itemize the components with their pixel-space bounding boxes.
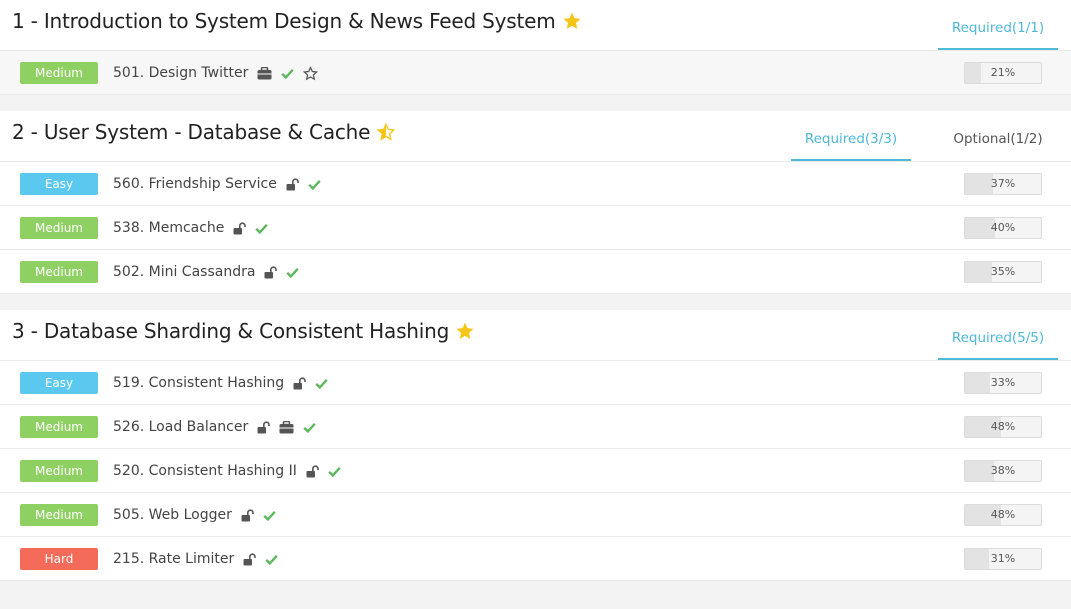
check-icon [255, 223, 269, 234]
progress-bar: 35% [964, 261, 1042, 283]
progress-label: 48% [990, 420, 1016, 433]
tab-required[interactable]: Required(3/3) [791, 111, 911, 161]
unlock-icon [306, 464, 319, 478]
section-2: 2 - User System - Database & Cache Requi… [0, 111, 1071, 294]
problem-link[interactable]: 519. Consistent Hashing [113, 375, 284, 391]
problem-row[interactable]: Easy 560. Friendship Service 37% [0, 162, 1071, 206]
check-icon [265, 554, 278, 565]
problem-link[interactable]: 505. Web Logger [113, 507, 232, 523]
progress-bar: 21% [964, 62, 1042, 84]
briefcase-icon [257, 66, 272, 80]
unlock-icon [241, 508, 254, 522]
problem-link[interactable]: 501. Design Twitter [113, 65, 248, 81]
check-icon [308, 179, 321, 190]
check-icon [281, 68, 295, 79]
check-icon [315, 378, 328, 389]
section-title: 3 - Database Sharding & Consistent Hashi… [12, 319, 475, 343]
star-icon[interactable] [455, 321, 475, 341]
section-header: 3 - Database Sharding & Consistent Hashi… [0, 310, 1071, 361]
section-title-text: 2 - User System - Database & Cache [12, 120, 371, 144]
section-title: 1 - Introduction to System Design & News… [12, 9, 582, 33]
progress-bar: 48% [964, 416, 1042, 438]
progress-bar: 31% [964, 548, 1042, 570]
section-header: 1 - Introduction to System Design & News… [0, 0, 1071, 51]
tab-required[interactable]: Required(1/1) [938, 0, 1058, 50]
progress-bar: 37% [964, 173, 1042, 195]
tab-required[interactable]: Required(5/5) [938, 310, 1058, 360]
difficulty-badge: Easy [20, 173, 98, 195]
check-icon [303, 422, 316, 433]
progress-label: 40% [990, 221, 1016, 234]
check-icon [263, 510, 276, 521]
unlock-icon [286, 177, 299, 191]
progress-label: 37% [990, 177, 1016, 190]
problem-link[interactable]: 520. Consistent Hashing II [113, 463, 297, 479]
section-1: 1 - Introduction to System Design & News… [0, 0, 1071, 95]
progress-label: 21% [990, 66, 1016, 79]
problem-row[interactable]: Medium 505. Web Logger 48% [0, 493, 1071, 537]
progress-bar: 48% [964, 504, 1042, 526]
briefcase-icon [279, 420, 294, 434]
unlock-icon [293, 376, 306, 390]
problem-link[interactable]: 526. Load Balancer [113, 419, 248, 435]
difficulty-badge: Medium [20, 261, 98, 283]
difficulty-badge: Medium [20, 460, 98, 482]
difficulty-badge: Medium [20, 416, 98, 438]
difficulty-badge: Easy [20, 372, 98, 394]
progress-bar: 33% [964, 372, 1042, 394]
star-icon[interactable] [562, 11, 582, 31]
progress-label: 48% [990, 508, 1016, 521]
problem-link[interactable]: 560. Friendship Service [113, 176, 277, 192]
problem-link[interactable]: 215. Rate Limiter [113, 551, 234, 567]
problem-row[interactable]: Medium 526. Load Balancer 48% [0, 405, 1071, 449]
problem-row[interactable]: Medium 501. Design Twitter 21% [0, 51, 1071, 95]
check-icon [328, 466, 341, 477]
half-star-icon[interactable] [376, 122, 396, 142]
difficulty-badge: Medium [20, 504, 98, 526]
unlock-icon [257, 420, 271, 434]
unlock-icon [264, 265, 278, 279]
section-header: 2 - User System - Database & Cache Requi… [0, 111, 1071, 162]
section-3: 3 - Database Sharding & Consistent Hashi… [0, 310, 1071, 581]
progress-label: 35% [990, 265, 1016, 278]
tab-optional[interactable]: Optional(1/2) [938, 111, 1058, 161]
progress-label: 31% [990, 552, 1016, 565]
progress-label: 33% [990, 376, 1016, 389]
progress-bar: 40% [964, 217, 1042, 239]
problem-row[interactable]: Medium 520. Consistent Hashing II 38% [0, 449, 1071, 493]
problem-row[interactable]: Medium 502. Mini Cassandra 35% [0, 250, 1071, 294]
problem-link[interactable]: 538. Memcache [113, 220, 224, 236]
difficulty-badge: Medium [20, 217, 98, 239]
problem-link[interactable]: 502. Mini Cassandra [113, 264, 255, 280]
section-title-text: 1 - Introduction to System Design & News… [12, 9, 556, 33]
difficulty-badge: Medium [20, 62, 98, 84]
check-icon [286, 267, 300, 278]
star-outline-icon[interactable] [303, 65, 319, 81]
problem-row[interactable]: Easy 519. Consistent Hashing 33% [0, 361, 1071, 405]
unlock-icon [233, 221, 247, 235]
section-title: 2 - User System - Database & Cache [12, 120, 396, 144]
progress-label: 38% [990, 464, 1016, 477]
section-title-text: 3 - Database Sharding & Consistent Hashi… [12, 319, 450, 343]
difficulty-badge: Hard [20, 548, 98, 570]
progress-bar: 38% [964, 460, 1042, 482]
problem-row[interactable]: Hard 215. Rate Limiter 31% [0, 537, 1071, 581]
unlock-icon [243, 552, 257, 566]
problem-row[interactable]: Medium 538. Memcache 40% [0, 206, 1071, 250]
